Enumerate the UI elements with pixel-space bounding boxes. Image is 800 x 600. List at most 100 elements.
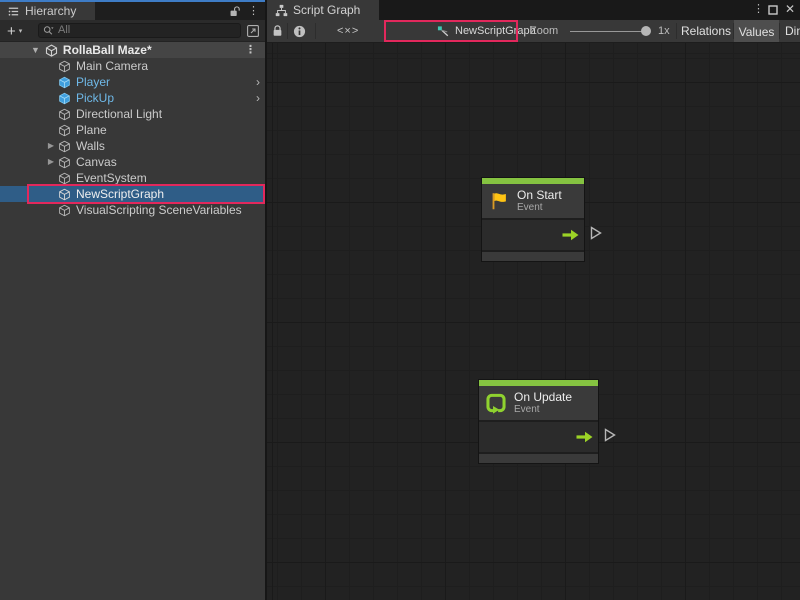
zoom-slider-handle[interactable]: [641, 26, 651, 36]
hierarchy-toolbar: + ▾ All: [0, 20, 265, 42]
hierarchy-item-pickup[interactable]: PickUp ›: [0, 90, 265, 106]
prefab-icon: [58, 76, 71, 89]
loop-icon: [485, 392, 507, 414]
hierarchy-item-label: Plane: [76, 123, 107, 137]
search-placeholder: All: [58, 25, 70, 36]
node-footer: [482, 250, 584, 261]
hierarchy-tree: Main Camera Player › PickUp ›: [0, 58, 265, 218]
graph-asset-button[interactable]: NewScriptGraph: [437, 20, 536, 42]
code-view-icon[interactable]: <×>: [337, 20, 359, 42]
hierarchy-item-label: Main Camera: [76, 59, 148, 73]
node-title: On Update: [514, 391, 572, 404]
hierarchy-tab-bar: Hierarchy ⋮: [0, 2, 265, 20]
pick-object-icon[interactable]: [246, 24, 260, 38]
info-icon[interactable]: [293, 20, 306, 42]
node-subtitle: Event: [517, 202, 562, 213]
flow-arrow-icon[interactable]: [562, 229, 579, 241]
node-title: On Start: [517, 189, 562, 202]
hierarchy-item-label: EventSystem: [76, 171, 147, 185]
hierarchy-item-label: Canvas: [76, 155, 117, 169]
prefab-chevron-icon[interactable]: ›: [256, 90, 260, 106]
script-graph-tab-bar: Script Graph ⋮ ✕: [267, 0, 800, 20]
hierarchy-item-label: Player: [76, 75, 110, 89]
hierarchy-item-walls[interactable]: ▶ Walls: [0, 138, 265, 154]
lock-icon[interactable]: [272, 20, 283, 42]
zoom-value: 1x: [658, 20, 670, 42]
toolbar-separator: [676, 23, 677, 39]
hierarchy-item-visualscripting-scenevariables[interactable]: VisualScripting SceneVariables: [0, 202, 265, 218]
tab-hierarchy[interactable]: Hierarchy: [0, 2, 95, 20]
hierarchy-item-canvas[interactable]: ▶ Canvas: [0, 154, 265, 170]
scene-more-menu-icon[interactable]: ⋮: [245, 45, 256, 56]
graph-asset-icon: [437, 25, 450, 38]
tab-script-graph-label: Script Graph: [293, 3, 360, 17]
close-icon[interactable]: ✕: [785, 3, 795, 15]
tab-hierarchy-label: Hierarchy: [25, 4, 76, 18]
unity-editor-window: Hierarchy ⋮ + ▾ All: [0, 0, 800, 600]
hierarchy-item-plane[interactable]: Plane: [0, 122, 265, 138]
hierarchy-item-label: PickUp: [76, 91, 114, 105]
gameobject-icon: [58, 172, 71, 185]
hierarchy-list-icon: [7, 5, 20, 18]
toolbar-separator: [779, 23, 780, 39]
hierarchy-item-label: NewScriptGraph: [76, 187, 164, 201]
tab-script-graph[interactable]: Script Graph: [267, 0, 379, 20]
flow-port-icon[interactable]: [604, 428, 616, 442]
node-header: On Start Event: [482, 184, 584, 218]
hierarchy-item-eventsystem[interactable]: EventSystem: [0, 170, 265, 186]
graph-tree-icon: [275, 4, 288, 17]
hierarchy-item-label: VisualScripting SceneVariables: [76, 203, 242, 217]
foldout-open-icon[interactable]: ▼: [31, 46, 40, 55]
hierarchy-item-label: Walls: [76, 139, 105, 153]
node-footer: [479, 452, 598, 463]
hierarchy-item-newscriptgraph[interactable]: NewScriptGraph: [0, 186, 265, 202]
relations-button[interactable]: Relations: [679, 20, 733, 42]
node-body: [482, 218, 584, 250]
foldout-collapsed-icon[interactable]: ▶: [44, 158, 58, 166]
toolbar-separator: [315, 23, 316, 39]
flow-port-icon[interactable]: [590, 226, 602, 240]
script-graph-toolbar: <×> NewScriptGraph Zoom 1x Relations Val…: [267, 20, 800, 43]
node-on-update[interactable]: On Update Event: [478, 379, 599, 464]
hierarchy-panel: Hierarchy ⋮ + ▾ All: [0, 0, 265, 600]
prefab-icon: [58, 92, 71, 105]
unity-logo-icon: [45, 44, 58, 57]
panel-more-menu-icon[interactable]: ⋮: [753, 4, 764, 15]
zoom-label: Zoom: [530, 20, 558, 42]
toolbar-separator: [287, 23, 288, 39]
gameobject-icon: [58, 204, 71, 217]
flow-arrow-icon[interactable]: [576, 431, 593, 443]
caret-down-icon: ▾: [19, 27, 23, 35]
unlock-icon[interactable]: [229, 5, 241, 18]
gameobject-icon: [58, 124, 71, 137]
scene-name: RollaBall Maze*: [63, 43, 152, 57]
gameobject-icon: [58, 156, 71, 169]
foldout-collapsed-icon[interactable]: ▶: [44, 142, 58, 150]
hierarchy-search-input[interactable]: All: [38, 23, 241, 38]
hierarchy-item-label: Directional Light: [76, 107, 162, 121]
maximize-icon[interactable]: [768, 5, 778, 15]
search-icon: [42, 24, 55, 37]
gameobject-icon: [58, 188, 71, 201]
node-subtitle: Event: [514, 404, 572, 415]
scene-header[interactable]: ▼ RollaBall Maze* ⋮: [0, 42, 265, 58]
hierarchy-item-player[interactable]: Player ›: [0, 74, 265, 90]
hierarchy-more-menu-icon[interactable]: ⋮: [248, 6, 259, 17]
prefab-chevron-icon[interactable]: ›: [256, 74, 260, 90]
dim-button[interactable]: Dim: [785, 20, 800, 42]
graph-canvas[interactable]: On Start Event: [267, 43, 800, 600]
hierarchy-item-main-camera[interactable]: Main Camera: [0, 58, 265, 74]
node-body: [479, 420, 598, 452]
plus-icon: +: [7, 24, 16, 39]
gameobject-icon: [58, 60, 71, 73]
values-button[interactable]: Values: [734, 20, 779, 43]
graph-asset-name: NewScriptGraph: [455, 25, 536, 37]
script-graph-panel: Script Graph ⋮ ✕: [265, 0, 800, 600]
node-header: On Update Event: [479, 386, 598, 420]
node-on-start[interactable]: On Start Event: [481, 177, 585, 262]
hierarchy-item-directional-light[interactable]: Directional Light: [0, 106, 265, 122]
zoom-slider-track[interactable]: [570, 31, 647, 32]
create-object-button[interactable]: + ▾: [7, 21, 22, 41]
gameobject-icon: [58, 140, 71, 153]
gameobject-icon: [58, 108, 71, 121]
